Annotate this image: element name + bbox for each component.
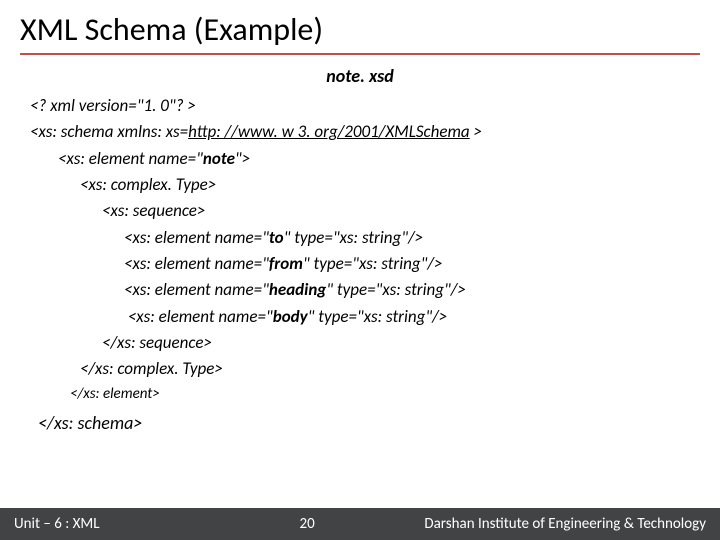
code-line-xml-decl: <? xml version="1. 0"? > xyxy=(30,93,690,119)
el-to-name: to xyxy=(269,227,284,248)
slide-title: XML Schema (Example) xyxy=(0,0,720,53)
el-to-prefix: <xs: element name=" xyxy=(124,227,269,248)
el-heading-suffix: " type="xs: string"/> xyxy=(326,279,466,300)
code-line-element-close: </xs: element> xyxy=(30,383,690,406)
schema-namespace-url: http: //www. w 3. org/2001/XMLSchema xyxy=(188,121,470,142)
code-line-element-to: <xs: element name="to" type="xs: string"… xyxy=(30,225,690,251)
title-underline xyxy=(20,53,700,55)
el-from-prefix: <xs: element name=" xyxy=(124,253,269,274)
el-heading-prefix: <xs: element name=" xyxy=(124,279,269,300)
footer-institute: Darshan Institute of Engineering & Techn… xyxy=(315,515,706,533)
el-from-name: from xyxy=(269,253,303,274)
el-body-suffix: " type="xs: string"/> xyxy=(308,306,448,327)
code-line-sequence-open: <xs: sequence> xyxy=(30,198,690,224)
el-body-name: body xyxy=(273,306,308,327)
footer-page-number: 20 xyxy=(300,515,315,533)
schema-open-prefix: <xs: schema xmlns: xs= xyxy=(30,121,188,142)
code-line-element-from: <xs: element name="from" type="xs: strin… xyxy=(30,251,690,277)
code-line-element-body: <xs: element name="body" type="xs: strin… xyxy=(30,304,690,330)
element-note-name: note xyxy=(203,148,235,169)
code-line-schema-open: <xs: schema xmlns: xs=http: //www. w 3. … xyxy=(30,119,690,145)
el-from-suffix: " type="xs: string"/> xyxy=(303,253,443,274)
el-body-prefix: <xs: element name=" xyxy=(124,306,273,327)
code-line-complextype-close: </xs: complex. Type> xyxy=(30,356,690,382)
element-note-suffix: "> xyxy=(235,148,250,169)
code-line-element-note: <xs: element name="note"> xyxy=(30,146,690,172)
code-line-complextype-open: <xs: complex. Type> xyxy=(30,172,690,198)
code-block: <? xml version="1. 0"? > <xs: schema xml… xyxy=(0,93,720,508)
schema-open-suffix: > xyxy=(470,121,482,142)
element-note-prefix: <xs: element name=" xyxy=(58,148,203,169)
footer-unit: Unit – 6 : XML xyxy=(14,515,100,533)
code-line-sequence-close: </xs: sequence> xyxy=(30,330,690,356)
code-line-element-heading: <xs: element name="heading" type="xs: st… xyxy=(30,277,690,303)
code-line-schema-close: </xs: schema> xyxy=(30,406,690,438)
filename-label: note. xsd xyxy=(0,65,720,87)
el-to-suffix: " type="xs: string"/> xyxy=(284,227,424,248)
footer: Unit – 6 : XML 20 Darshan Institute of E… xyxy=(0,508,720,540)
slide: XML Schema (Example) note. xsd <? xml ve… xyxy=(0,0,720,540)
el-heading-name: heading xyxy=(269,279,326,300)
